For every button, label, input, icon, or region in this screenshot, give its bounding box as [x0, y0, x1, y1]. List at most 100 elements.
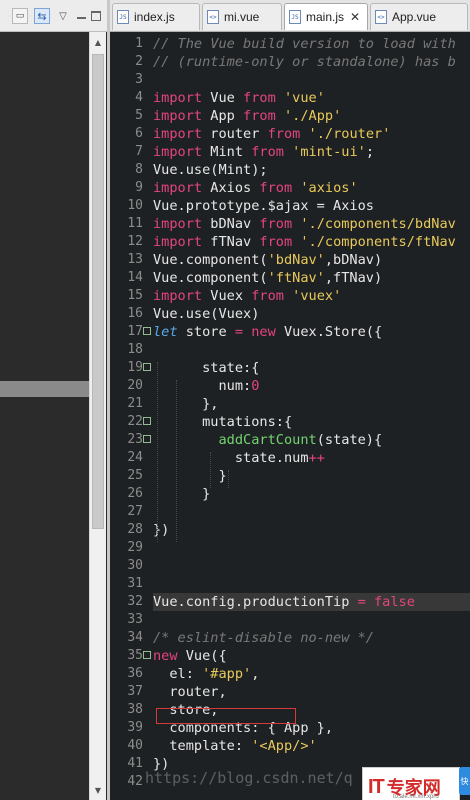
- code-line[interactable]: }): [153, 521, 470, 539]
- code-line[interactable]: Vue.use(Vuex): [153, 305, 470, 323]
- scrollbar-thumb[interactable]: [92, 54, 104, 529]
- fold-toggle-icon[interactable]: [143, 417, 151, 425]
- code-token: state:{: [153, 360, 260, 376]
- code-line[interactable]: mutations:{: [153, 413, 470, 431]
- view-menu-icon[interactable]: ▽: [55, 8, 71, 24]
- code-line[interactable]: // (runtime-only or standalone) has b: [153, 53, 470, 71]
- code-token: // The Vue build version to load with: [153, 36, 456, 52]
- site-logo: IT 专家网 to.ale.ml.xm.xpro: [362, 767, 460, 800]
- code-line[interactable]: el: '#app',: [153, 665, 470, 683]
- code-token: new: [153, 648, 178, 664]
- gutter-row: 4: [110, 89, 150, 107]
- fold-toggle-icon[interactable]: [143, 363, 151, 371]
- code-line[interactable]: [153, 503, 470, 521]
- link-with-editor-icon[interactable]: ⇆: [34, 8, 50, 24]
- code-line[interactable]: let store = new Vuex.Store({: [153, 323, 470, 341]
- code-line[interactable]: import Vue from 'vue': [153, 89, 470, 107]
- code-line[interactable]: import Vuex from 'vuex': [153, 287, 470, 305]
- code-line[interactable]: import App from './App': [153, 107, 470, 125]
- editor-tab-bar: JS index.js <> mi.vue JS main.js ✕ <> Ap…: [110, 0, 470, 32]
- code-line[interactable]: router,: [153, 683, 470, 701]
- code-line[interactable]: Vue.use(Mint);: [153, 161, 470, 179]
- code-line[interactable]: // The Vue build version to load with: [153, 35, 470, 53]
- code-line[interactable]: [153, 539, 470, 557]
- code-token: import: [153, 288, 203, 304]
- code-line[interactable]: [153, 611, 470, 629]
- code-line[interactable]: }: [153, 485, 470, 503]
- line-number: 11: [127, 216, 143, 231]
- gutter-row: 9: [110, 179, 150, 197]
- gutter-row: 28: [110, 521, 150, 539]
- code-token: 0: [251, 378, 260, 394]
- current-code-line[interactable]: Vue.config.productionTip = false: [153, 593, 470, 611]
- scroll-up-icon[interactable]: ▲: [90, 34, 106, 50]
- line-number: 4: [135, 90, 143, 105]
- code-line[interactable]: new Vue({: [153, 647, 470, 665]
- tab-mi-vue[interactable]: <> mi.vue: [202, 3, 282, 30]
- code-token: './components/ftNav: [300, 234, 456, 250]
- line-number: 6: [135, 126, 143, 141]
- code-line[interactable]: import bDNav from './components/bdNav: [153, 215, 470, 233]
- code-line[interactable]: [153, 557, 470, 575]
- code-line[interactable]: /* eslint-disable no-new */: [153, 629, 470, 647]
- side-tag[interactable]: 快: [459, 767, 470, 795]
- minimize-icon[interactable]: [74, 8, 88, 24]
- line-number: 39: [127, 720, 143, 735]
- line-number-gutter: 1 2 3 4 5 6 7 8 9 10 11 12 13 14 15 16 17 18 19 20 21 22 23 24 2…: [110, 32, 151, 800]
- line-number: 7: [135, 144, 143, 159]
- fold-toggle-icon[interactable]: [143, 327, 151, 335]
- code-token: './components/bdNav: [300, 216, 456, 232]
- code-line[interactable]: state.num++: [153, 449, 470, 467]
- explorer-scrollbar[interactable]: ▲ ▼: [89, 32, 106, 800]
- code-line[interactable]: template: '<App/>': [153, 737, 470, 755]
- code-line[interactable]: [153, 575, 470, 593]
- gutter-row: 19: [110, 359, 151, 377]
- gutter-row: 18: [110, 341, 150, 359]
- line-number: 9: [135, 180, 143, 195]
- collapse-all-icon[interactable]: ▭: [12, 8, 28, 24]
- gutter-row: 14: [110, 269, 150, 287]
- code-line[interactable]: Vue.component('bdNav',bDNav): [153, 251, 470, 269]
- tab-label: index.js: [134, 10, 175, 24]
- code-line[interactable]: },: [153, 395, 470, 413]
- code-line[interactable]: [153, 71, 470, 89]
- scroll-down-icon[interactable]: ▼: [90, 782, 106, 798]
- code-line[interactable]: num:0: [153, 377, 470, 395]
- maximize-icon[interactable]: [90, 8, 102, 24]
- tab-app-vue[interactable]: <> App.vue: [370, 3, 468, 30]
- code-token: Vue.config.productionTip: [153, 594, 358, 610]
- code-token: template:: [153, 738, 252, 754]
- line-number: 20: [127, 378, 143, 393]
- line-number: 14: [127, 270, 143, 285]
- code-line[interactable]: }: [153, 467, 470, 485]
- code-line[interactable]: [153, 341, 470, 359]
- code-line[interactable]: Vue.prototype.$ajax = Axios: [153, 197, 470, 215]
- line-number: 5: [135, 108, 143, 123]
- code-line[interactable]: import fTNav from './components/ftNav: [153, 233, 470, 251]
- code-token: Axios: [202, 180, 260, 196]
- code-token: from: [251, 144, 284, 160]
- gutter-row: 41: [110, 755, 150, 773]
- code-line[interactable]: import Mint from 'mint-ui';: [153, 143, 470, 161]
- code-token: from: [243, 108, 276, 124]
- code-line[interactable]: import router from './router': [153, 125, 470, 143]
- tab-main-js[interactable]: JS main.js ✕: [284, 3, 368, 30]
- tab-index-js[interactable]: JS index.js: [112, 3, 200, 30]
- code-token: './router': [308, 126, 391, 142]
- code-editor[interactable]: 1 2 3 4 5 6 7 8 9 10 11 12 13 14 15 16 17 18 19 20 21 22 23 24 2…: [110, 32, 470, 800]
- gutter-row: 16: [110, 305, 150, 323]
- code-line[interactable]: addCartCount(state){: [153, 431, 470, 449]
- fold-toggle-icon[interactable]: [143, 435, 151, 443]
- line-number: 1: [135, 36, 143, 51]
- code-token: ,fTNav): [324, 270, 383, 286]
- close-icon[interactable]: ✕: [350, 10, 360, 24]
- code-line[interactable]: import Axios from 'axios': [153, 179, 470, 197]
- js-file-icon: JS: [289, 10, 301, 24]
- fold-toggle-icon[interactable]: [143, 651, 151, 659]
- gutter-row: 38: [110, 701, 150, 719]
- explorer-selected-row[interactable]: [0, 381, 89, 397]
- code-line[interactable]: state:{: [153, 359, 470, 377]
- code-line[interactable]: Vue.component('ftNav',fTNav): [153, 269, 470, 287]
